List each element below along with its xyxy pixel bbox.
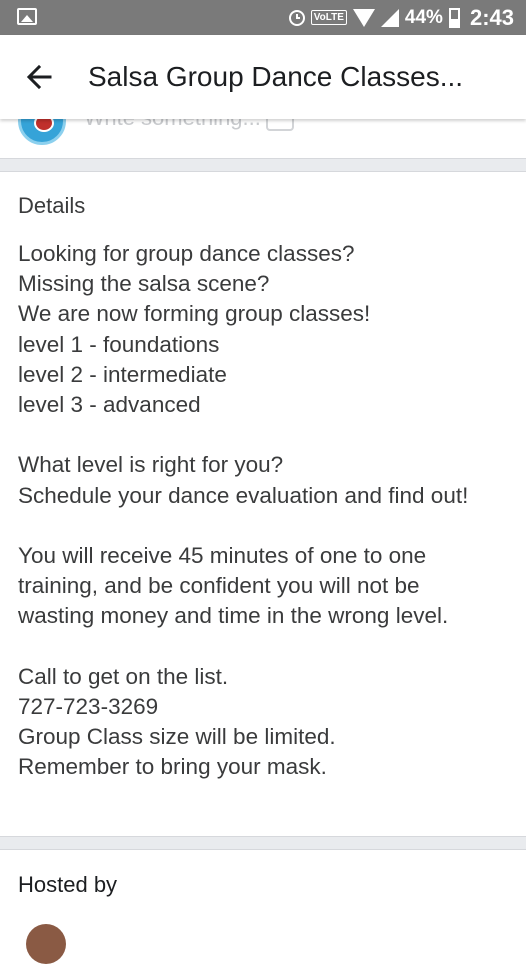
clock: 2:43 xyxy=(469,4,514,30)
arrow-left-icon xyxy=(26,64,52,90)
host-avatar[interactable] xyxy=(26,924,66,964)
details-line: training, and be confident you will not … xyxy=(18,573,420,599)
details-line: We are now forming group classes! xyxy=(18,301,371,327)
section-divider xyxy=(0,836,526,850)
section-divider xyxy=(0,158,526,172)
details-line: Call to get on the list. xyxy=(18,663,229,689)
app-bar: Salsa Group Dance Classes... xyxy=(0,35,526,119)
details-line xyxy=(18,420,518,450)
details-line: Group Class size will be limited. xyxy=(18,724,336,749)
battery-icon xyxy=(448,7,460,28)
details-line: Remember to bring your mask. xyxy=(18,754,327,780)
details-body: Looking for group dance classes? Missing… xyxy=(18,239,518,782)
details-line: What level is right for you? xyxy=(18,452,284,478)
details-line: Looking for group dance classes? xyxy=(18,241,355,266)
details-line xyxy=(18,631,518,661)
details-line: level 3 - advanced xyxy=(18,391,201,417)
details-line xyxy=(18,511,518,541)
details-heading: Details xyxy=(18,193,86,218)
wifi-icon xyxy=(352,8,375,27)
gallery-icon xyxy=(17,8,37,25)
post-composer[interactable]: Write something... xyxy=(0,119,526,158)
signal-icon xyxy=(380,8,399,27)
back-button[interactable] xyxy=(20,57,60,97)
camera-icon[interactable] xyxy=(266,119,294,131)
volte-badge: VoLTE xyxy=(310,10,347,25)
status-bar: VoLTE 44% 2:43 xyxy=(0,0,526,35)
alarm-icon xyxy=(288,9,305,26)
details-line: level 2 - intermediate xyxy=(18,361,227,387)
details-line: Schedule your dance evaluation and find … xyxy=(18,482,469,508)
details-line: You will receive 45 minutes of one to on… xyxy=(18,542,427,568)
details-line: wasting money and time in the wrong leve… xyxy=(18,603,449,629)
hosted-by-heading: Hosted by xyxy=(18,872,118,897)
details-line: Missing the salsa scene? xyxy=(18,271,270,297)
status-icons: VoLTE 44% 2:43 xyxy=(288,0,514,35)
composer-input[interactable]: Write something... xyxy=(84,119,261,131)
page-title: Salsa Group Dance Classes... xyxy=(88,61,464,92)
phone-number[interactable]: 727-723-3269 xyxy=(18,692,518,722)
avatar xyxy=(18,119,66,145)
details-line: level 1 - foundations xyxy=(18,331,220,357)
battery-percent: 44% xyxy=(404,6,443,28)
